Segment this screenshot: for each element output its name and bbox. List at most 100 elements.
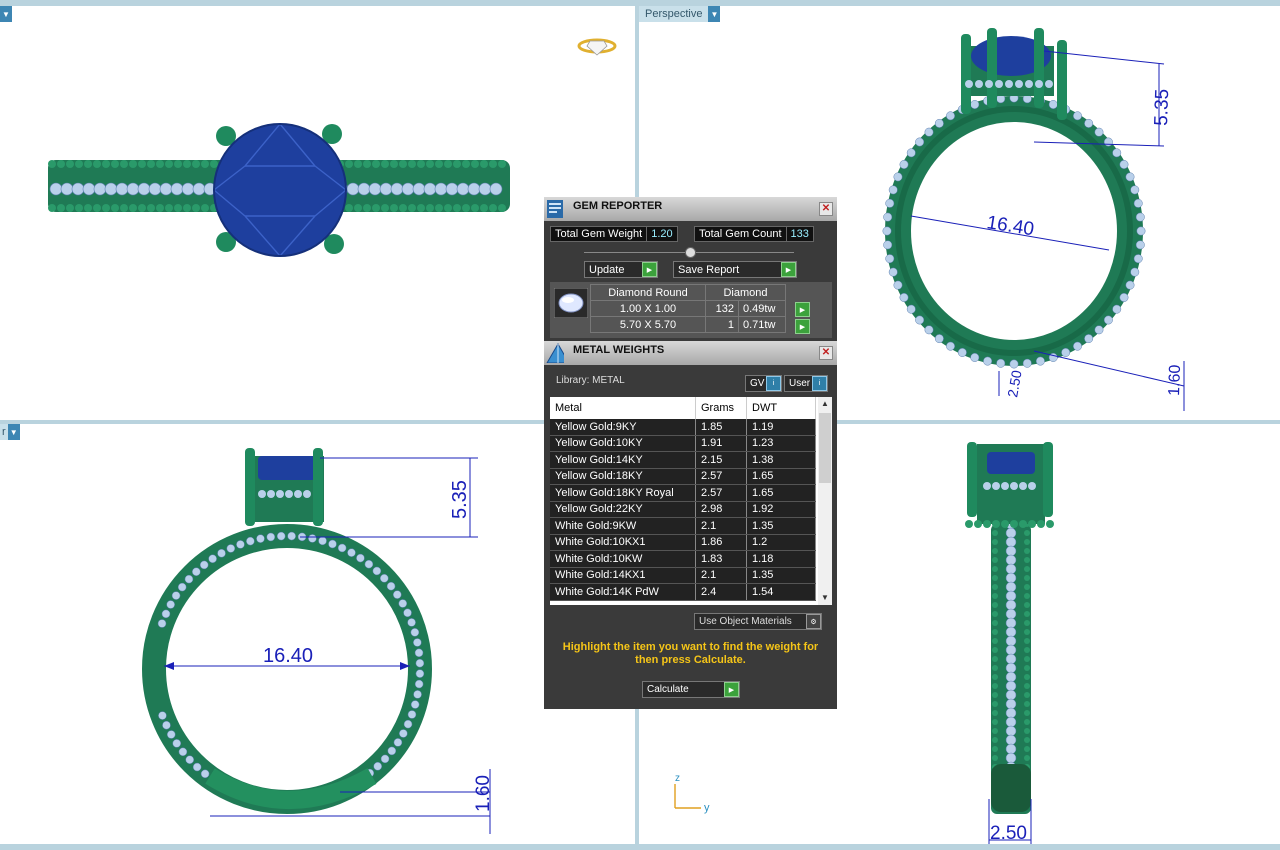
- metal-cell-grams: 2.98: [695, 501, 747, 518]
- total-count-value: 133: [785, 226, 814, 242]
- metal-cell-grams: 1.85: [695, 419, 747, 436]
- scroll-up-icon[interactable]: ▲: [818, 397, 832, 411]
- gem-row-select-button[interactable]: ▶: [795, 319, 810, 334]
- metal-table-scrollbar[interactable]: ▲ ▼: [818, 397, 832, 605]
- metal-cell-metal: White Gold:9KW: [550, 517, 696, 535]
- dim-band-height-front: 1.60: [473, 775, 494, 812]
- metal-cell-dwt: 1.18: [746, 550, 816, 568]
- axis-y-label: y: [704, 802, 710, 814]
- metal-table[interactable]: Metal Grams DWT Yellow Gold:9KY 1.85 1.19 Y…: [550, 397, 832, 605]
- metal-cell-metal: Yellow Gold:22KY: [550, 501, 696, 518]
- gem-material-header: Diamond: [705, 284, 786, 301]
- user-label: User: [789, 378, 811, 389]
- gem-row[interactable]: 5.70 X 5.70 1 0.71tw: [590, 316, 786, 333]
- metal-row[interactable]: White Gold:14KX1 2.1 1.35: [550, 567, 816, 584]
- gem-size: 1.00 X 1.00: [590, 300, 706, 317]
- metal-cell-grams: 1.86: [695, 534, 747, 551]
- use-object-materials-label: Use Object Materials: [699, 616, 792, 627]
- gem-size: 5.70 X 5.70: [590, 316, 706, 333]
- metal-cell-grams: 2.57: [695, 484, 747, 502]
- gem-reporter-icon: [547, 200, 563, 218]
- viewport-front[interactable]: r ▼ 5.35 16.40 1.60: [0, 424, 635, 844]
- metal-cell-dwt: 1.65: [746, 484, 816, 502]
- metal-row[interactable]: Yellow Gold:9KY 1.85 1.19: [550, 419, 816, 436]
- gem-count: 1: [705, 316, 739, 333]
- gv-label: GV: [750, 378, 765, 389]
- metal-cell-grams: 2.15: [695, 451, 747, 469]
- dim-prong-height-front: 5.35: [449, 480, 471, 519]
- gem-reporter-panel: GEM REPORTER ✕ Total Gem Weight 1.20 Tot…: [544, 197, 837, 342]
- gem-count: 132: [705, 300, 739, 317]
- gem-reporter-title: GEM REPORTER: [573, 200, 663, 212]
- metal-row[interactable]: White Gold:10KX1 1.86 1.2: [550, 534, 816, 551]
- metal-row[interactable]: Yellow Gold:14KY 2.15 1.38: [550, 451, 816, 469]
- metal-cell-grams: 2.4: [695, 583, 747, 601]
- total-count-label: Total Gem Count: [694, 226, 786, 242]
- metal-row[interactable]: Yellow Gold:18KY 2.57 1.65: [550, 468, 816, 485]
- column-grams[interactable]: Grams: [695, 397, 747, 419]
- metal-row[interactable]: Yellow Gold:10KY 1.91 1.23: [550, 435, 816, 452]
- gem-weight: 0.49tw: [738, 300, 786, 317]
- play-icon: ▶: [642, 262, 657, 277]
- viewport-top[interactable]: ▼: [0, 6, 635, 420]
- scroll-thumb[interactable]: [819, 413, 831, 483]
- metal-row[interactable]: Yellow Gold:22KY 2.98 1.92: [550, 501, 816, 518]
- axis-z-label: z: [675, 773, 680, 784]
- metal-cell-dwt: 1.65: [746, 468, 816, 485]
- metal-row[interactable]: White Gold:14K PdW 2.4 1.54: [550, 583, 816, 601]
- slider-handle[interactable]: [685, 247, 696, 258]
- library-label: Library: METAL: [556, 375, 625, 386]
- gem-row-select-button[interactable]: ▶: [795, 302, 810, 317]
- scroll-down-icon[interactable]: ▼: [818, 591, 832, 605]
- metal-cell-grams: 1.83: [695, 550, 747, 568]
- user-library-toggle[interactable]: User i: [784, 375, 828, 392]
- play-icon: ▶: [724, 682, 739, 697]
- metal-cell-dwt: 1.92: [746, 501, 816, 518]
- use-object-materials-button[interactable]: Use Object Materials ⚙: [694, 613, 822, 630]
- metal-cell-metal: White Gold:14KX1: [550, 567, 696, 584]
- gv-library-toggle[interactable]: GV i: [745, 375, 782, 392]
- metal-cell-metal: Yellow Gold:9KY: [550, 419, 696, 436]
- metal-weights-titlebar[interactable]: METAL WEIGHTS ✕: [544, 341, 837, 365]
- options-icon: ⚙: [806, 614, 821, 629]
- total-count-row: Total Gem Count 133: [694, 226, 814, 242]
- metal-cell-grams: 2.1: [695, 517, 747, 535]
- calculate-button[interactable]: Calculate ▶: [642, 681, 740, 698]
- total-weight-value: 1.20: [646, 226, 678, 242]
- dim-prong-height-persp: 5.35: [1151, 88, 1173, 126]
- metal-row[interactable]: White Gold:10KW 1.83 1.18: [550, 550, 816, 568]
- close-icon[interactable]: ✕: [819, 346, 833, 360]
- metal-row[interactable]: Yellow Gold:18KY Royal 2.57 1.65: [550, 484, 816, 502]
- play-icon: ▶: [781, 262, 796, 277]
- round-diamond-icon: [554, 288, 588, 318]
- update-button[interactable]: Update ▶: [584, 261, 658, 278]
- column-dwt[interactable]: DWT: [746, 397, 816, 419]
- column-metal[interactable]: Metal: [550, 397, 696, 419]
- metal-cell-metal: Yellow Gold:14KY: [550, 451, 696, 469]
- total-weight-row: Total Gem Weight 1.20: [550, 226, 678, 242]
- info-icon: i: [766, 376, 781, 391]
- gem-weight: 0.71tw: [738, 316, 786, 333]
- metal-weights-title: METAL WEIGHTS: [573, 344, 665, 356]
- bottom-strip: [0, 844, 1280, 850]
- gem-row[interactable]: 1.00 X 1.00 132 0.49tw: [590, 300, 786, 317]
- gem-reporter-titlebar[interactable]: GEM REPORTER ✕: [544, 197, 837, 221]
- ring-top-view: [48, 38, 617, 257]
- ring-front-view: 5.35 16.40 1.60: [142, 448, 494, 834]
- save-report-button[interactable]: Save Report ▶: [673, 261, 797, 278]
- gem-table: Diamond Round Diamond 1.00 X 1.00 132 0.…: [590, 284, 786, 333]
- total-weight-label: Total Gem Weight: [550, 226, 647, 242]
- metal-cell-dwt: 1.23: [746, 435, 816, 452]
- dim-band-width-side: 2.50: [990, 823, 1027, 844]
- metal-cell-metal: Yellow Gold:10KY: [550, 435, 696, 452]
- gem-logo-icon: [577, 38, 617, 56]
- dim-band-width-persp: 2.50: [1004, 369, 1025, 399]
- metal-cell-metal: White Gold:10KW: [550, 550, 696, 568]
- metal-cell-dwt: 1.19: [746, 419, 816, 436]
- gem-list: Diamond Round Diamond 1.00 X 1.00 132 0.…: [550, 282, 832, 338]
- metal-cell-dwt: 1.2: [746, 534, 816, 551]
- metal-row[interactable]: White Gold:9KW 2.1 1.35: [550, 517, 816, 535]
- metal-cell-metal: White Gold:10KX1: [550, 534, 696, 551]
- save-report-label: Save Report: [678, 263, 740, 276]
- close-icon[interactable]: ✕: [819, 202, 833, 216]
